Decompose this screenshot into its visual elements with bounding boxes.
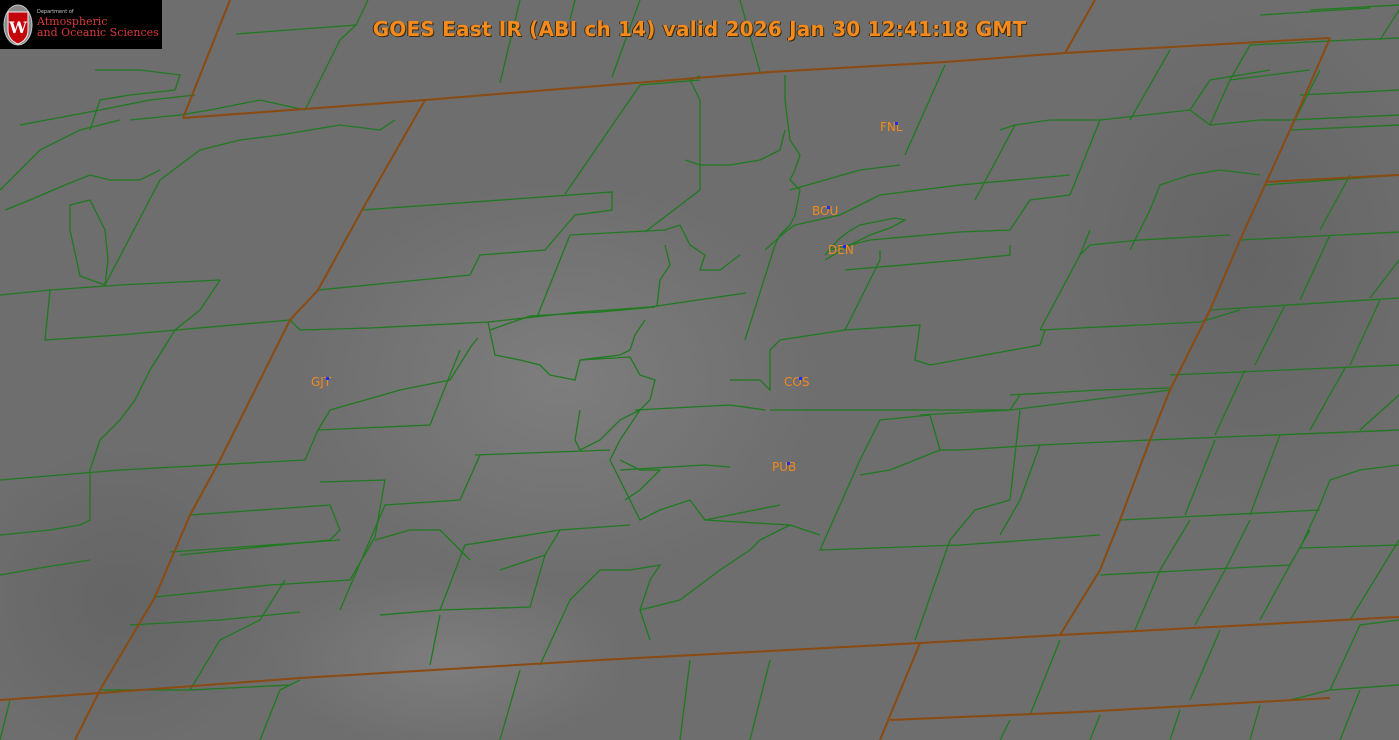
station-den: DEN <box>828 243 854 257</box>
satellite-map: W Department of Atmospheric and Oceanic … <box>0 0 1399 740</box>
station-marker-icon <box>895 122 898 125</box>
station-marker-icon <box>799 377 802 380</box>
station-marker-icon <box>326 377 329 380</box>
station-label: DEN <box>828 243 854 257</box>
station-bou: BOU <box>812 204 838 218</box>
station-cos: COS <box>784 375 809 389</box>
station-fnl: FNL <box>880 120 903 134</box>
station-label: COS <box>784 375 810 389</box>
station-label: PUB <box>772 460 797 474</box>
station-pub: PUB <box>772 460 796 474</box>
map-overlay <box>0 0 1399 740</box>
station-marker-icon <box>787 462 790 465</box>
station-gjt: GJT <box>311 375 331 389</box>
station-marker-icon <box>843 245 846 248</box>
image-title: GOES East IR (ABI ch 14) valid 2026 Jan … <box>372 17 1027 41</box>
station-label: BOU <box>812 204 839 218</box>
station-label: FNL <box>880 120 903 134</box>
station-marker-icon <box>827 206 830 209</box>
